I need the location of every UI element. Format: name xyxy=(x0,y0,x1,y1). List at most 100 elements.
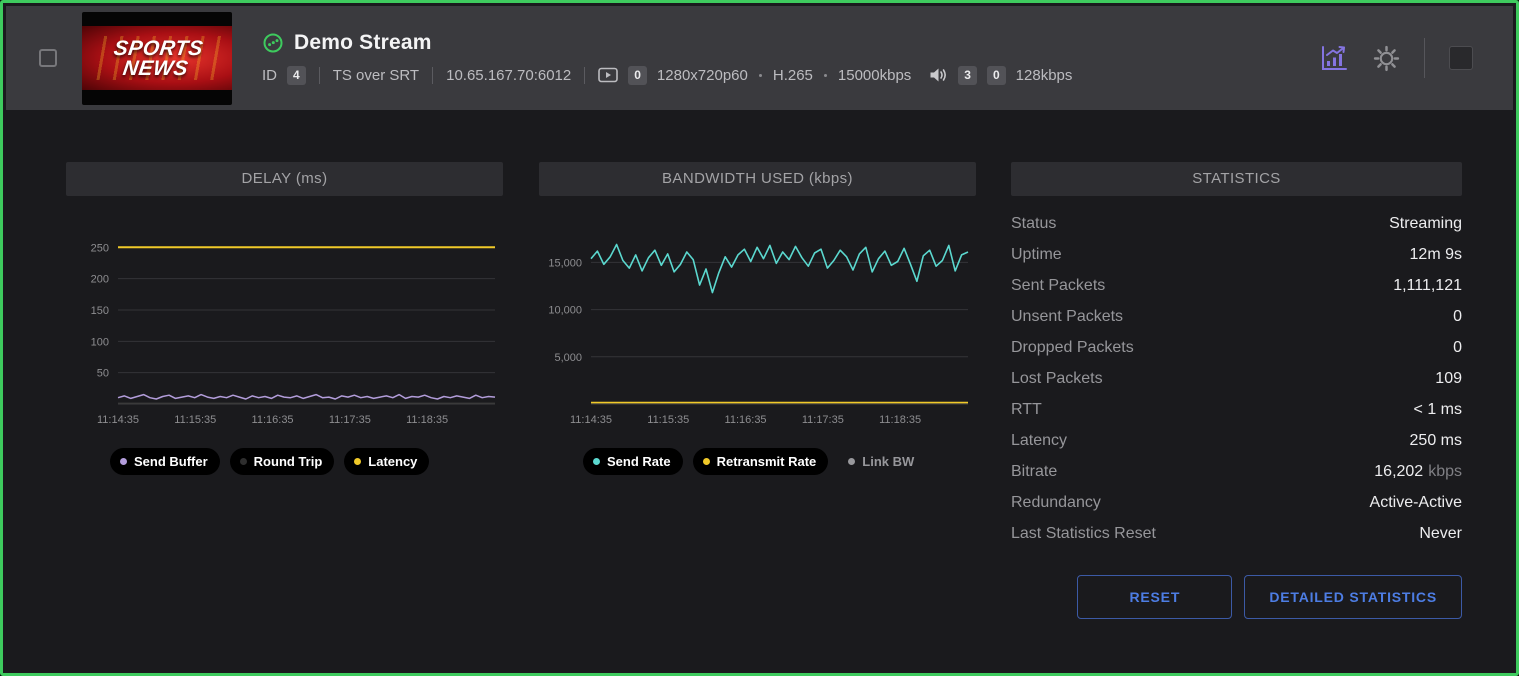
stat-label: Dropped Packets xyxy=(1011,339,1134,357)
id-label: ID xyxy=(262,67,277,84)
stream-info: Demo Stream ID 4 TS over SRT 10.65.167.7… xyxy=(262,31,1072,84)
statistics-buttons: RESET DETAILED STATISTICS xyxy=(1011,575,1462,619)
svg-text:11:14:35: 11:14:35 xyxy=(97,414,139,426)
legend-round-trip[interactable]: Round Trip xyxy=(230,448,335,475)
statistics-rows: StatusStreamingUptime12m 9sSent Packets1… xyxy=(1011,196,1462,549)
svg-text:11:15:35: 11:15:35 xyxy=(174,414,216,426)
stat-value: 12m 9s xyxy=(1410,246,1462,264)
legend-send-buffer[interactable]: Send Buffer xyxy=(110,448,220,475)
stream-detail-content: DELAY (ms) 5010015020025011:14:3511:15:3… xyxy=(6,110,1513,619)
svg-text:11:16:35: 11:16:35 xyxy=(252,414,294,426)
header-divider xyxy=(1424,38,1425,78)
stream-title: Demo Stream xyxy=(294,31,432,55)
legend-retransmit-rate[interactable]: Retransmit Rate xyxy=(693,448,829,475)
stat-label: Bitrate xyxy=(1011,463,1057,481)
stat-value: < 1 ms xyxy=(1414,401,1462,419)
stream-card: SPORTS NEWS Demo Stream ID 4 xyxy=(0,0,1519,676)
detailed-statistics-button[interactable]: DETAILED STATISTICS xyxy=(1244,575,1462,619)
svg-text:250: 250 xyxy=(91,242,109,254)
stat-value: 0 xyxy=(1453,308,1462,326)
legend-label: Round Trip xyxy=(254,454,323,469)
legend-label: Link BW xyxy=(862,454,914,469)
stat-value: 0 xyxy=(1453,339,1462,357)
stream-status-icon xyxy=(262,32,284,54)
legend-latency[interactable]: Latency xyxy=(344,448,429,475)
svg-text:11:18:35: 11:18:35 xyxy=(879,414,921,426)
dot-separator xyxy=(759,74,762,77)
resolution-label: 1280x720p60 xyxy=(657,67,748,84)
stat-row-rtt: RTT < 1 ms xyxy=(1011,394,1462,425)
stat-label: RTT xyxy=(1011,401,1042,419)
legend-label: Send Rate xyxy=(607,454,671,469)
stat-value: 250 ms xyxy=(1410,432,1462,450)
legend-label: Retransmit Rate xyxy=(717,454,817,469)
stat-value: 109 xyxy=(1435,370,1462,388)
thumbnail-toggle[interactable] xyxy=(1449,46,1473,70)
stat-row-redundancy: RedundancyActive-Active xyxy=(1011,487,1462,518)
bandwidth-panel-title: BANDWIDTH USED (kbps) xyxy=(539,162,976,196)
stat-value: Streaming xyxy=(1389,215,1462,233)
id-badge: 4 xyxy=(287,66,306,84)
dot-separator xyxy=(824,74,827,77)
svg-text:11:17:35: 11:17:35 xyxy=(329,414,371,426)
gear-icon[interactable] xyxy=(1373,45,1400,72)
bandwidth-chart: 5,00010,00015,00011:14:3511:15:3511:16:3… xyxy=(539,222,976,436)
stat-row-dropped-packets: Dropped Packets 0 xyxy=(1011,332,1462,363)
separator xyxy=(432,67,433,84)
separator xyxy=(319,67,320,84)
retransmit-rate-dot xyxy=(703,458,710,465)
legend-label: Latency xyxy=(368,454,417,469)
stat-unit: kbps xyxy=(1428,463,1462,480)
svg-text:5,000: 5,000 xyxy=(554,352,582,364)
separator xyxy=(584,67,585,84)
delay-panel-title: DELAY (ms) xyxy=(66,162,503,196)
svg-text:100: 100 xyxy=(91,336,109,348)
thumbnail-text: SPORTS NEWS xyxy=(82,12,232,105)
video-bitrate-label: 15000kbps xyxy=(838,67,911,84)
audio-bitrate-label: 128kbps xyxy=(1016,67,1073,84)
stat-row-latency: Latency 250 ms xyxy=(1011,425,1462,456)
audio-track-badge: 3 xyxy=(958,66,977,84)
delay-chart: 5010015020025011:14:3511:15:3511:16:3511… xyxy=(66,222,503,436)
stat-row-uptime: Uptime 12m 9s xyxy=(1011,239,1462,270)
stat-label: Uptime xyxy=(1011,246,1062,264)
stat-label: Unsent Packets xyxy=(1011,308,1123,326)
address-label: 10.65.167.70:6012 xyxy=(446,67,571,84)
svg-text:11:18:35: 11:18:35 xyxy=(406,414,448,426)
legend-label: Send Buffer xyxy=(134,454,208,469)
svg-text:150: 150 xyxy=(91,305,109,317)
video-track-icon xyxy=(598,67,618,83)
audio-icon xyxy=(929,67,948,83)
delay-legend: Send Buffer Round Trip Latency xyxy=(66,448,503,475)
header-actions xyxy=(1319,38,1491,78)
stream-thumbnail[interactable]: SPORTS NEWS xyxy=(82,12,232,105)
statistics-icon[interactable] xyxy=(1319,44,1349,72)
stat-value: Active-Active xyxy=(1370,494,1462,512)
statistics-panel-title: STATISTICS xyxy=(1011,162,1462,196)
stat-row-unsent-packets: Unsent Packets 0 xyxy=(1011,301,1462,332)
round-trip-dot xyxy=(240,458,247,465)
audio-channel-badge: 0 xyxy=(987,66,1006,84)
stat-value: 1,111,121 xyxy=(1393,277,1462,295)
svg-text:200: 200 xyxy=(91,274,109,286)
stat-row-lost-packets: Lost Packets109 xyxy=(1011,363,1462,394)
video-track-badge: 0 xyxy=(628,66,647,84)
bandwidth-panel: BANDWIDTH USED (kbps) 5,00010,00015,0001… xyxy=(539,162,976,619)
svg-text:11:14:35: 11:14:35 xyxy=(570,414,612,426)
stream-header: SPORTS NEWS Demo Stream ID 4 xyxy=(6,6,1513,110)
legend-link-bw[interactable]: Link BW xyxy=(838,448,926,475)
legend-send-rate[interactable]: Send Rate xyxy=(583,448,683,475)
reset-button[interactable]: RESET xyxy=(1077,575,1232,619)
statistics-panel: STATISTICS StatusStreamingUptime12m 9sSe… xyxy=(1011,162,1462,619)
link-bw-dot xyxy=(848,458,855,465)
stat-row-bitrate: Bitrate 16,202kbps xyxy=(1011,456,1462,487)
stream-select-checkbox[interactable] xyxy=(39,49,57,67)
delay-panel: DELAY (ms) 5010015020025011:14:3511:15:3… xyxy=(66,162,503,619)
stat-row-last-statistics-reset: Last Statistics ResetNever xyxy=(1011,518,1462,549)
send-buffer-dot xyxy=(120,458,127,465)
send-rate-dot xyxy=(593,458,600,465)
latency-dot xyxy=(354,458,361,465)
stat-label: Latency xyxy=(1011,432,1067,450)
stat-value: 16,202kbps xyxy=(1374,463,1462,481)
stat-label: Last Statistics Reset xyxy=(1011,525,1156,543)
